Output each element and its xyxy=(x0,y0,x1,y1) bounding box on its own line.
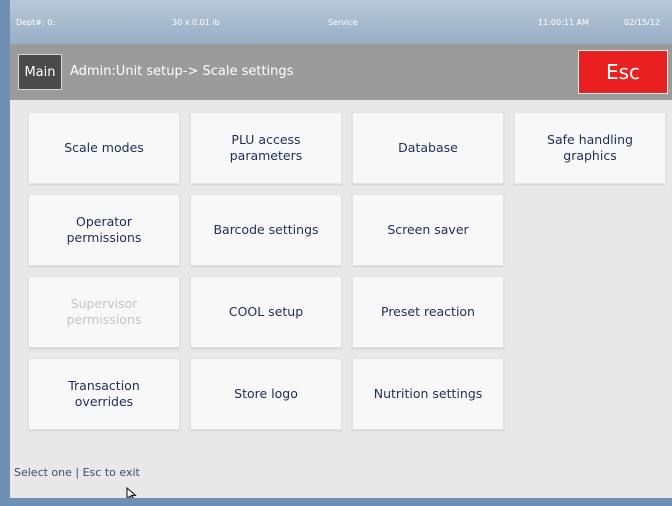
tile-preset-reaction[interactable]: Preset reaction xyxy=(352,276,504,348)
tile-database[interactable]: Database xyxy=(352,112,504,184)
footer-hint: Select one | Esc to exit xyxy=(14,466,140,479)
tile-store-logo[interactable]: Store logo xyxy=(190,358,342,430)
breadcrumb: Admin:Unit setup-> Scale settings xyxy=(70,64,294,79)
tile-safe-handling-graphics[interactable]: Safe handling graphics xyxy=(514,112,666,184)
header-bar: Main Admin:Unit setup-> Scale settings E… xyxy=(10,44,672,100)
tile-cool-setup[interactable]: COOL setup xyxy=(190,276,342,348)
tile-supervisor-permissions: Supervisor permissions xyxy=(28,276,180,348)
weight-indicator: 30 x 0.01 lb xyxy=(172,18,220,27)
tile-nutrition-settings[interactable]: Nutrition settings xyxy=(352,358,504,430)
settings-grid: Scale modes PLU access parameters Databas… xyxy=(10,100,672,498)
dept-indicator: Dept#: 0: xyxy=(16,18,56,27)
main-button[interactable]: Main xyxy=(18,54,62,90)
scale-screen: Dept#: 0: 30 x 0.01 lb Service 11:00:11 … xyxy=(10,0,672,498)
tile-barcode-settings[interactable]: Barcode settings xyxy=(190,194,342,266)
tile-label: Operator permissions xyxy=(66,214,142,245)
tile-label: Safe handling graphics xyxy=(547,132,633,163)
tile-label: Preset reaction xyxy=(381,304,475,319)
tile-label: PLU access parameters xyxy=(229,132,303,163)
tile-label: Store logo xyxy=(234,386,298,401)
tile-label: Barcode settings xyxy=(213,222,319,237)
tile-transaction-overrides[interactable]: Transaction overrides xyxy=(28,358,180,430)
tile-label: Nutrition settings xyxy=(373,386,483,401)
tile-label: COOL setup xyxy=(228,304,304,319)
tile-operator-permissions[interactable]: Operator permissions xyxy=(28,194,180,266)
clock-date: 02/15/12 xyxy=(624,18,660,27)
tile-scale-modes[interactable]: Scale modes xyxy=(28,112,180,184)
mouse-pointer-icon xyxy=(126,487,137,498)
mode-indicator: Service xyxy=(328,18,358,27)
clock-time: 11:00:11 AM xyxy=(538,18,589,27)
tile-label: Supervisor permissions xyxy=(66,296,142,327)
tile-label: Transaction overrides xyxy=(68,378,140,409)
window-bottom-border xyxy=(0,498,672,506)
tile-plu-access-parameters[interactable]: PLU access parameters xyxy=(190,112,342,184)
status-bar: Dept#: 0: 30 x 0.01 lb Service 11:00:11 … xyxy=(10,0,672,44)
tile-label: Scale modes xyxy=(64,140,144,155)
tile-screen-saver[interactable]: Screen saver xyxy=(352,194,504,266)
tile-label: Database xyxy=(398,140,458,155)
esc-button[interactable]: Esc xyxy=(578,50,668,94)
tile-label: Screen saver xyxy=(387,222,469,237)
